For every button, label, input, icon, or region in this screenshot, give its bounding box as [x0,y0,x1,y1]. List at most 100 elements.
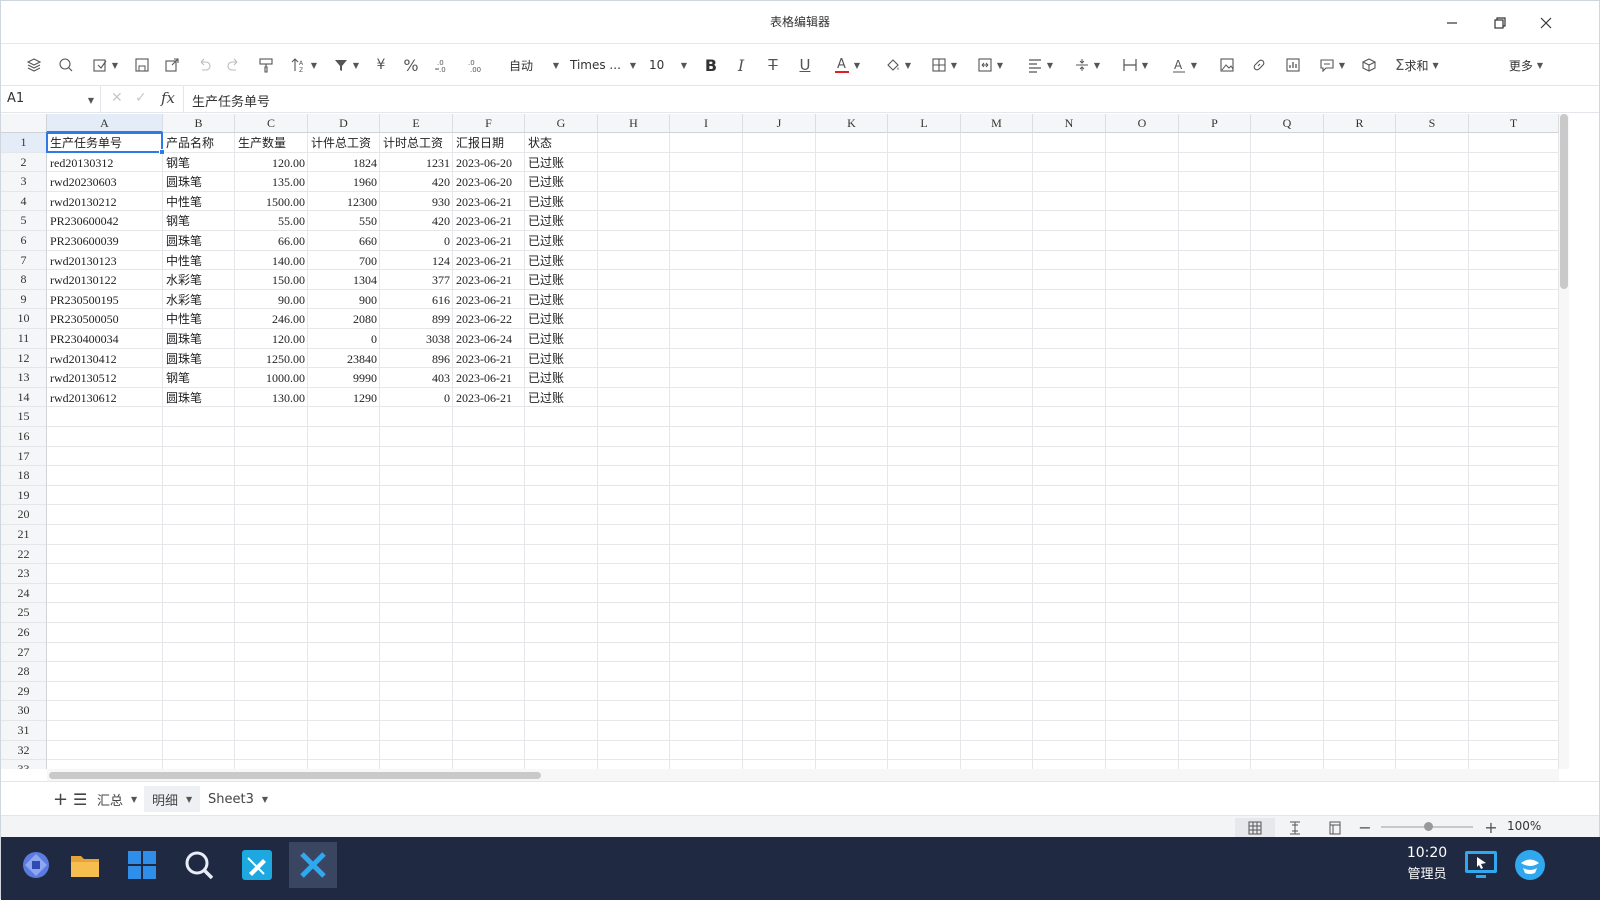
table-cell[interactable]: 已过账 [525,251,598,270]
column-header-f[interactable]: F [453,114,525,133]
row-header[interactable]: 13 [1,368,47,388]
table-cell[interactable]: 0 [308,329,380,348]
row-header[interactable]: 31 [1,721,47,741]
system-clock[interactable]: 10:20 管理员 [1397,845,1457,882]
filter-button[interactable]: ▼ [327,51,365,79]
table-cell[interactable]: rwd20130123 [47,251,163,270]
taskbar-remote-desktop[interactable] [1457,842,1505,888]
table-cell[interactable]: rwd20130612 [47,388,163,407]
column-width-button[interactable]: ▼ [1115,51,1155,79]
header-cell[interactable]: 生产数量 [235,133,308,152]
table-cell[interactable]: 9990 [308,368,380,387]
table-cell[interactable]: 中性笔 [163,309,235,328]
table-cell[interactable]: 616 [380,290,453,309]
table-cell[interactable]: 1960 [308,172,380,191]
table-cell[interactable]: 930 [380,192,453,211]
table-cell[interactable]: 中性笔 [163,192,235,211]
table-cell[interactable]: 2023-06-21 [453,251,525,270]
sheet-tab-sheet3[interactable]: Sheet3 ▼ [200,786,276,812]
table-cell[interactable]: 140.00 [235,251,308,270]
row-header[interactable]: 2 [1,152,47,173]
table-cell[interactable]: PR230600039 [47,231,163,250]
row-header[interactable]: 14 [1,387,47,408]
taskbar-search[interactable] [175,842,223,888]
column-header-r[interactable]: R [1324,114,1396,133]
table-cell[interactable]: 已过账 [525,172,598,191]
table-cell[interactable]: rwd20230603 [47,172,163,191]
row-header[interactable]: 20 [1,505,47,525]
vertical-scroll-thumb[interactable] [1560,114,1568,289]
row-header[interactable]: 7 [1,250,47,271]
header-cell[interactable]: 生产任务单号 [47,133,163,152]
table-cell[interactable]: 2023-06-22 [453,309,525,328]
table-cell[interactable]: 12300 [308,192,380,211]
percent-button[interactable]: % [399,51,423,79]
fill-color-button[interactable]: ▼ [879,51,917,79]
table-cell[interactable]: 已过账 [525,388,598,407]
column-header-i[interactable]: I [670,114,743,133]
table-cell[interactable]: 120.00 [235,329,308,348]
table-cell[interactable]: 已过账 [525,153,598,172]
row-header[interactable]: 30 [1,701,47,721]
table-cell[interactable]: rwd20130122 [47,270,163,289]
borders-button[interactable]: ▼ [925,51,963,79]
table-cell[interactable]: 1290 [308,388,380,407]
table-cell[interactable]: 0 [380,231,453,250]
table-cell[interactable]: 403 [380,368,453,387]
table-cell[interactable]: 已过账 [525,211,598,230]
row-header[interactable]: 32 [1,740,47,761]
table-cell[interactable]: 2023-06-21 [453,290,525,309]
table-cell[interactable]: 135.00 [235,172,308,191]
column-header-p[interactable]: P [1179,114,1251,133]
bold-button[interactable]: B [699,51,723,79]
row-header[interactable]: 11 [1,329,47,349]
select-all-corner[interactable] [1,114,47,133]
row-header[interactable]: 26 [1,623,47,643]
font-color-button[interactable]: A ▼ [827,51,867,79]
column-header-j[interactable]: J [743,114,816,133]
row-header[interactable]: 21 [1,525,47,545]
search-replace-button[interactable] [53,51,79,79]
table-cell[interactable]: 124 [380,251,453,270]
confirm-edit-button[interactable]: ✓ [135,90,147,106]
table-cell[interactable]: 420 [380,211,453,230]
text-style-button[interactable]: A ▼ [1165,51,1203,79]
undo-button[interactable] [191,51,217,79]
table-cell[interactable]: 896 [380,349,453,368]
table-cell[interactable]: 钢笔 [163,153,235,172]
name-box[interactable]: A1 ▼ [1,86,101,113]
normal-view-button[interactable] [1235,818,1275,837]
insert-function-button[interactable]: fx [161,89,175,107]
column-header-n[interactable]: N [1033,114,1106,133]
column-header-o[interactable]: O [1106,114,1179,133]
cancel-edit-button[interactable]: ✕ [111,90,123,106]
table-cell[interactable]: 2023-06-21 [453,388,525,407]
column-header-t[interactable]: T [1469,114,1559,133]
row-header[interactable]: 22 [1,544,47,565]
table-cell[interactable]: 1000.00 [235,368,308,387]
table-cell[interactable]: 55.00 [235,211,308,230]
font-family-select[interactable]: Times ... ▼ [570,54,636,76]
zoom-in-button[interactable]: + [1471,818,1511,837]
table-cell[interactable]: rwd20130512 [47,368,163,387]
table-cell[interactable]: 2023-06-21 [453,368,525,387]
table-cell[interactable]: 1231 [380,153,453,172]
table-cell[interactable]: 0 [380,388,453,407]
plugin-button[interactable] [1357,51,1381,79]
column-header-k[interactable]: K [816,114,888,133]
italic-button[interactable]: I [729,51,753,79]
horizontal-align-button[interactable]: ▼ [1021,51,1059,79]
horizontal-scrollbar[interactable] [47,769,1559,781]
row-header[interactable]: 8 [1,270,47,290]
table-cell[interactable]: 水彩笔 [163,270,235,289]
table-cell[interactable]: 2023-06-21 [453,192,525,211]
table-cell[interactable]: 已过账 [525,368,598,387]
table-cell[interactable]: 66.00 [235,231,308,250]
table-cell[interactable]: 550 [308,211,380,230]
column-header-b[interactable]: B [163,114,235,133]
column-header-a[interactable]: A [47,114,163,133]
table-cell[interactable]: 420 [380,172,453,191]
taskbar-notifications[interactable] [1506,842,1554,888]
close-button[interactable] [1531,9,1561,37]
header-cell[interactable]: 状态 [525,133,598,152]
